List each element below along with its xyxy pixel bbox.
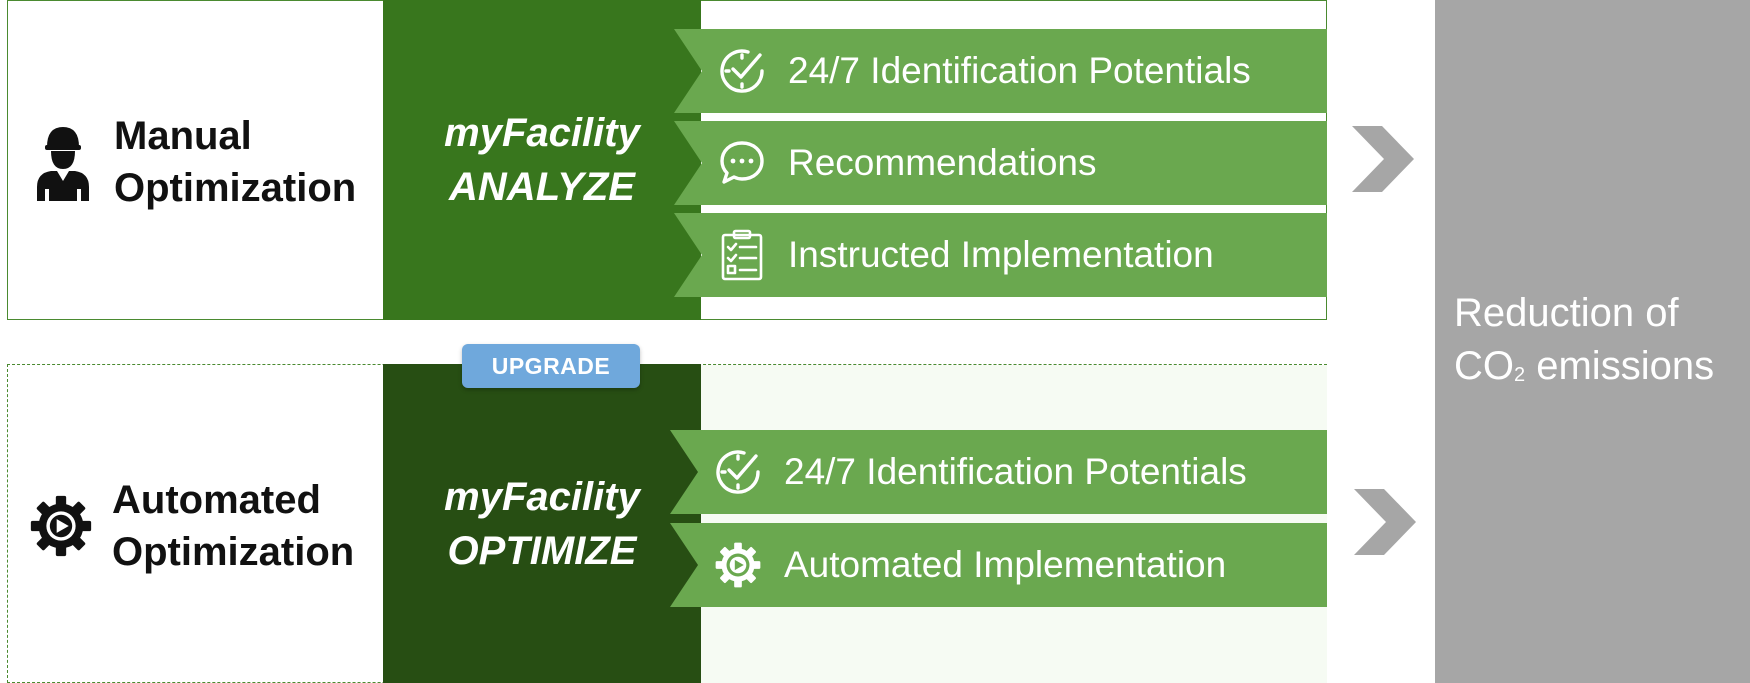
feature-label: Automated Implementation [784,544,1227,585]
automated-optimization-label: Automated Optimization [30,474,354,578]
chevron-right-icon [1350,124,1416,194]
product-analyze-line2: ANALYZE [449,165,635,209]
chat-bubble-icon [718,139,766,187]
manual-label-line2: Optimization [114,166,357,210]
feature-label: Instructed Implementation [788,234,1214,275]
manual-label-line1: Manual [114,114,252,158]
worker-icon [32,120,94,204]
myfacility-analyze-product: myFacility ANALYZE [383,0,701,320]
result-text: Reduction of CO2 emissions [1454,287,1714,400]
feature-banner-optimize-1: 24/7 Identification Potentials [670,430,1327,514]
product-optimize-line1: myFacility [444,474,640,519]
gear-play-icon [714,541,762,589]
result-line2: CO2 emissions [1454,340,1714,400]
gear-play-icon [30,484,92,568]
clock-check-icon [718,47,766,95]
feature-banner-analyze-1: 24/7 Identification Potentials [674,29,1327,113]
manual-optimization-label: Manual Optimization [32,110,356,214]
feature-banner-optimize-2: Automated Implementation [670,523,1327,607]
automated-label-line1: Automated [112,478,321,522]
automated-label-line2: Optimization [112,530,355,574]
emissions-text: emissions [1525,344,1715,388]
feature-label: Recommendations [788,142,1097,183]
co-text: CO [1454,344,1514,388]
upgrade-badge: UPGRADE [462,344,640,388]
clipboard-checklist-icon [718,229,766,281]
result-line1: Reduction of [1454,291,1679,335]
co2-subscript: 2 [1514,364,1526,386]
co2-reduction-result: Reduction of CO2 emissions [1435,0,1750,683]
myfacility-optimize-product: myFacility OPTIMIZE [383,364,701,683]
feature-banner-analyze-3: Instructed Implementation [674,213,1327,297]
feature-label: 24/7 Identification Potentials [788,50,1251,91]
feature-label: 24/7 Identification Potentials [784,451,1247,492]
clock-check-icon [714,448,762,496]
product-analyze-line1: myFacility [444,111,640,155]
feature-banner-analyze-2: Recommendations [674,121,1327,205]
product-optimize-line2: OPTIMIZE [447,528,637,573]
chevron-right-icon [1352,487,1418,557]
